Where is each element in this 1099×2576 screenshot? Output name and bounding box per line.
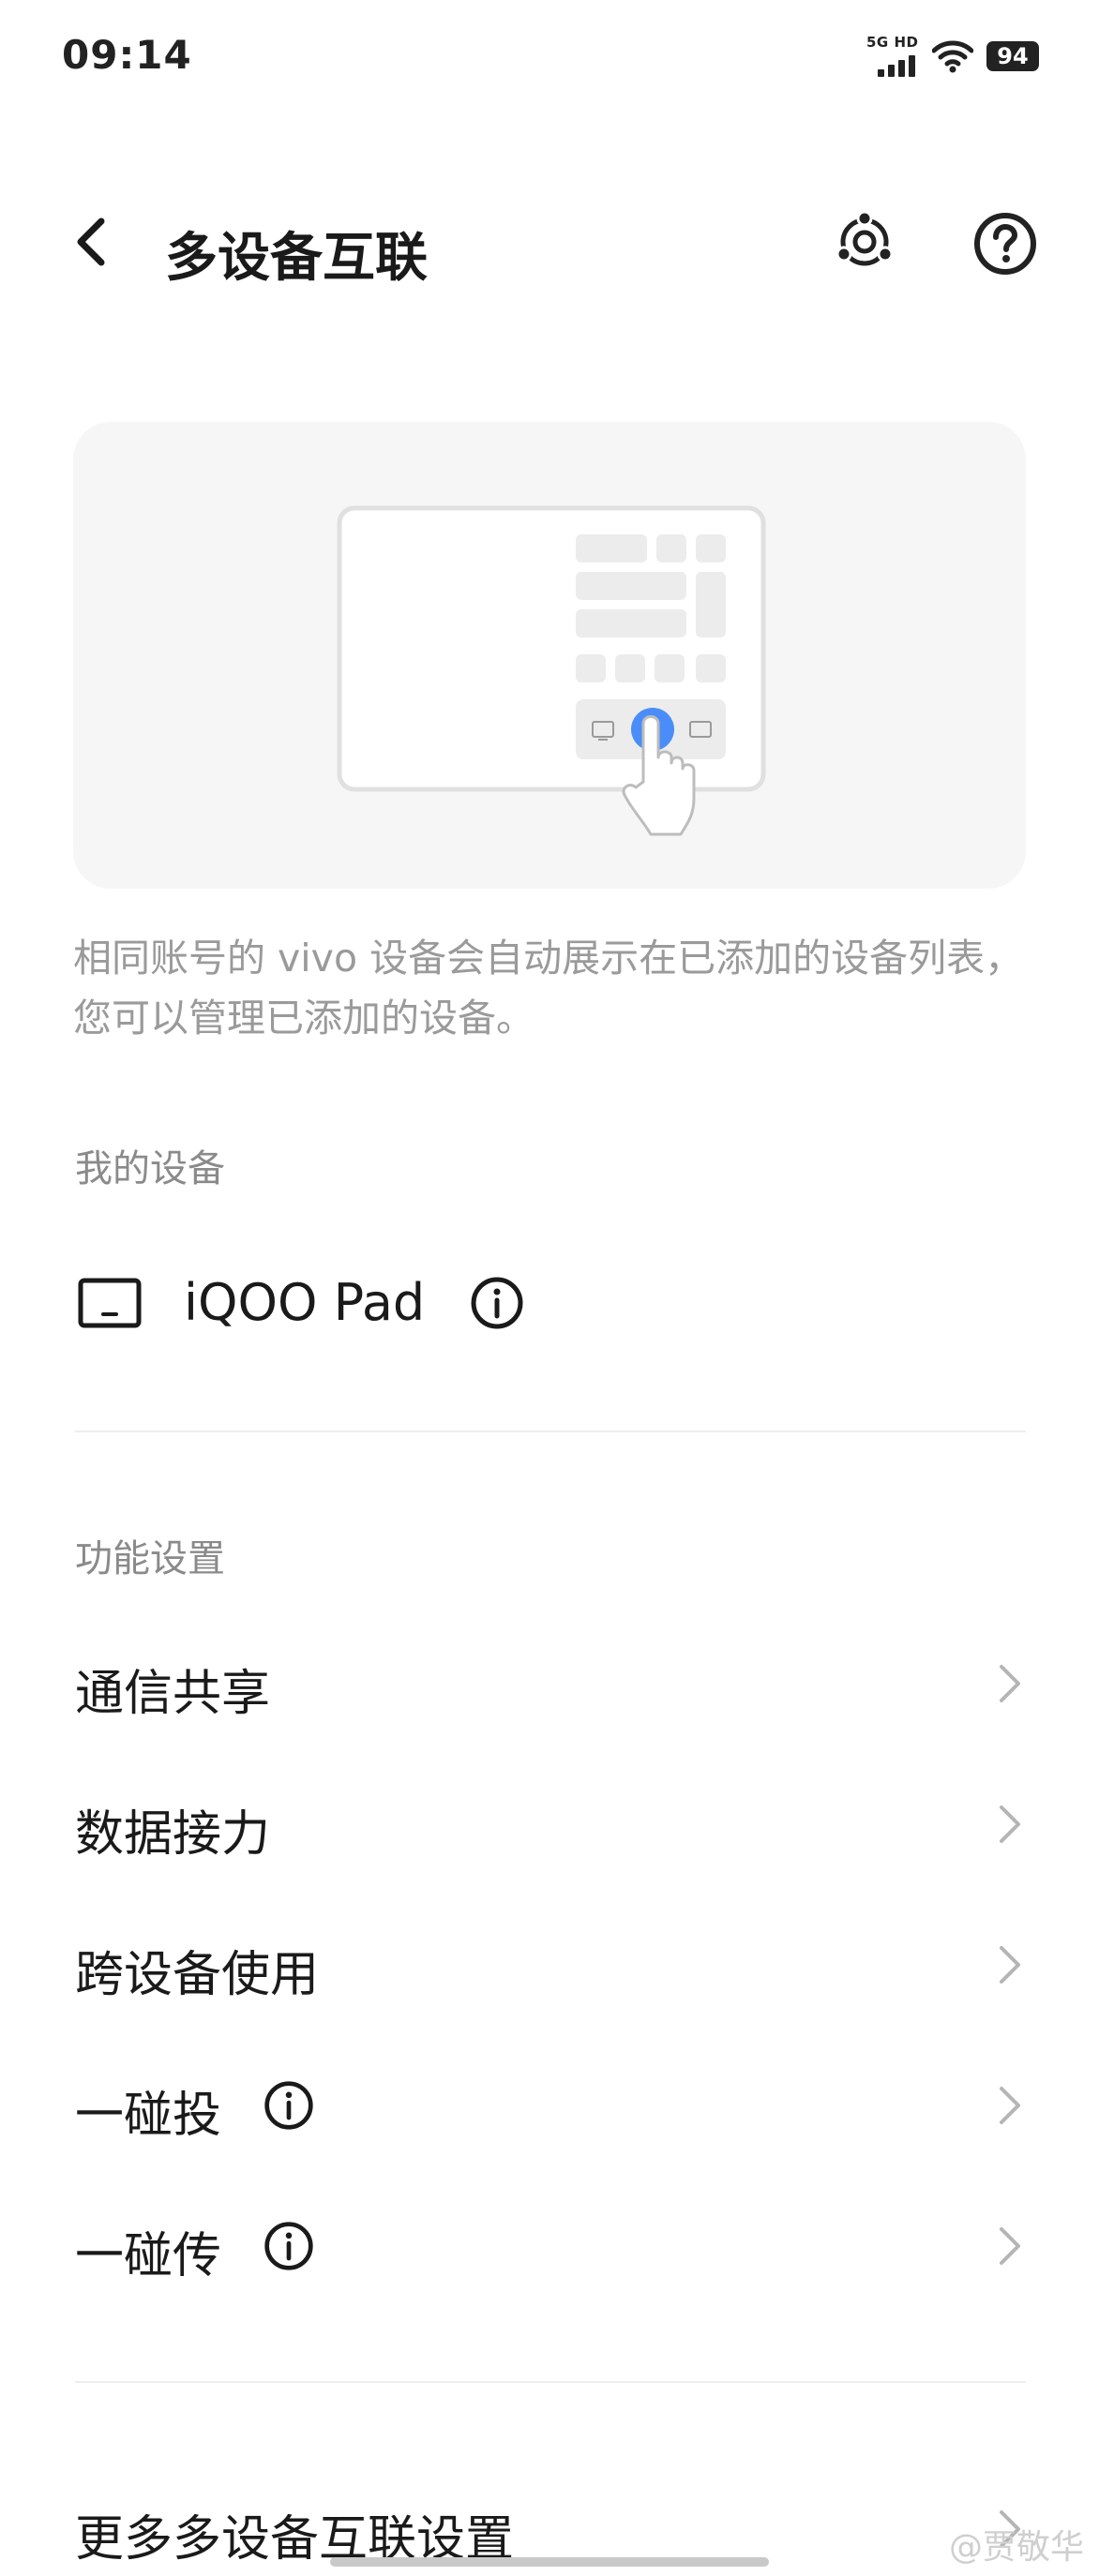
chevron-right-icon xyxy=(1000,1946,1020,1984)
page-title: 多设备互联 xyxy=(165,228,428,289)
multi-device-connect-icon xyxy=(836,210,894,266)
setting-row-tap-to-transfer[interactable]: 一碰传 xyxy=(75,2192,1026,2295)
info-icon[interactable] xyxy=(469,1275,525,1331)
multi-device-settings-screen: 09:14 5G HD 94 多设备互联 相同账号的 vivo 设备会自动展示在… xyxy=(0,0,1099,2576)
section-divider xyxy=(75,2381,1026,2383)
setting-row-data-relay[interactable]: 数据接力 xyxy=(75,1770,1026,1873)
help-button[interactable] xyxy=(971,210,1039,277)
home-indicator[interactable] xyxy=(330,2557,769,2567)
setting-row-tap-to-cast[interactable]: 一碰投 xyxy=(75,2051,1026,2154)
status-bar: 09:14 5G HD 94 xyxy=(0,0,1099,112)
setting-label: 一碰传 xyxy=(75,2228,222,2284)
setting-label: 一碰投 xyxy=(75,2088,222,2144)
chevron-right-icon xyxy=(1000,1805,1020,1843)
info-icon[interactable] xyxy=(263,2079,315,2132)
setting-label: 数据接力 xyxy=(75,1806,271,1863)
feature-illustration xyxy=(73,422,1026,889)
app-header: 多设备互联 xyxy=(0,178,1099,309)
tablet-icon xyxy=(78,1278,142,1328)
description-text: 相同账号的 vivo 设备会自动展示在已添加的设备列表，您可以管理已添加的设备。 xyxy=(73,936,1024,1041)
my-devices-section-title: 我的设备 xyxy=(75,1147,225,1191)
status-time: 09:14 xyxy=(62,32,192,78)
info-icon[interactable] xyxy=(263,2220,315,2272)
chevron-left-icon xyxy=(77,217,105,266)
chevron-right-icon xyxy=(1000,2087,1020,2124)
chevron-right-icon xyxy=(1000,1665,1020,1702)
status-indicators: 5G HD 94 xyxy=(866,34,1039,77)
setting-row-cross-device-use[interactable]: 跨设备使用 xyxy=(75,1910,1026,2014)
chevron-right-icon xyxy=(1000,2227,1020,2265)
device-name: iQOO Pad xyxy=(184,1273,426,1332)
tablet-tap-illustration xyxy=(337,505,766,836)
feature-settings-section-title: 功能设置 xyxy=(75,1537,225,1580)
multi-device-connect-button[interactable] xyxy=(833,210,896,274)
network-type: 5G HD xyxy=(866,34,919,51)
watermark: @贾敬华 xyxy=(948,2528,1084,2567)
back-button[interactable] xyxy=(66,214,122,270)
wifi-icon xyxy=(932,40,973,73)
cellular-signal-icon: 5G HD xyxy=(866,34,919,77)
setting-label: 跨设备使用 xyxy=(75,1947,320,2003)
setting-row-communication-sharing[interactable]: 通信共享 xyxy=(75,1629,1026,1732)
section-divider xyxy=(75,1430,1026,1432)
device-item-iqoo-pad[interactable]: iQOO Pad xyxy=(73,1256,1026,1350)
setting-label: 通信共享 xyxy=(75,1666,271,1722)
question-circle-icon xyxy=(974,213,1036,275)
battery-indicator: 94 xyxy=(986,41,1039,71)
